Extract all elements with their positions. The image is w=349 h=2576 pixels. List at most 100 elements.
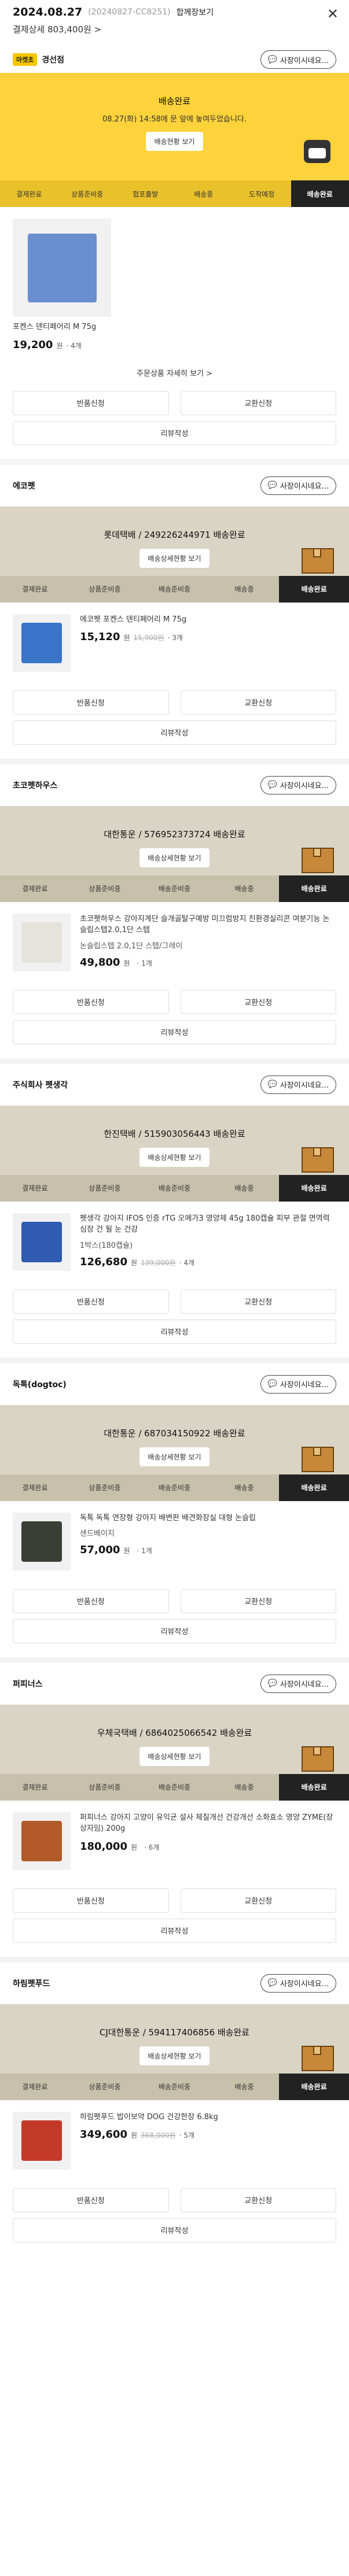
return-button[interactable]: 반품신청 bbox=[13, 1888, 169, 1913]
product-name: 초코펫하우스 강아지계단 슬개골탈구예방 미끄럼방지 친환경실리콘 여분기능 논… bbox=[80, 914, 330, 935]
review-button[interactable]: 리뷰작성 bbox=[13, 1319, 336, 1344]
delivery-track-button[interactable]: 배송상세현황 보기 bbox=[139, 1147, 210, 1167]
section-separator bbox=[0, 1058, 349, 1064]
step-item: 배송중 bbox=[234, 2083, 254, 2091]
review-button[interactable]: 리뷰작성 bbox=[13, 1618, 336, 1643]
delivery-steps: 결제완료 상품준비중 배송준비중 배송중 배송완료 bbox=[0, 575, 349, 603]
step-item-active: 배송완료 bbox=[279, 1773, 349, 1801]
return-button[interactable]: 반품신청 bbox=[13, 989, 169, 1014]
seller-head: 초코펫하우스 💬 사장이시네요... bbox=[0, 764, 349, 806]
merge-shopping-link[interactable]: 합께장보기 bbox=[177, 6, 214, 18]
product-name: 독톡 독톡 연장형 강아지 배변판 배견화장실 대형 논슬립 bbox=[80, 1513, 256, 1522]
return-button[interactable]: 반품신청 bbox=[13, 390, 169, 415]
ask-seller-button[interactable]: 💬 사장이시네요... bbox=[260, 1374, 336, 1394]
delivery-track-button[interactable]: 배송상세현황 보기 bbox=[139, 1746, 210, 1766]
step-item: 결제완료 bbox=[16, 190, 42, 198]
ask-seller-button[interactable]: 💬 사장이시네요... bbox=[260, 775, 336, 794]
product-price: 19,200 bbox=[13, 338, 53, 351]
original-price: 139,000원 bbox=[141, 1258, 176, 1267]
payment-detail-link[interactable]: 결제상세 803,400원 > bbox=[13, 23, 336, 35]
product-item[interactable]: 에코펫 포켄스 덴티페어리 M 75g 15,120 원 15,900원 · 3… bbox=[0, 603, 349, 677]
section-separator bbox=[0, 1956, 349, 1963]
delivery-steps: 결제완료 상품준비중 배송준비중 배송중 배송완료 bbox=[0, 875, 349, 902]
product-item[interactable]: 펫생각 강아지 IFOS 인증 rTG 오메가3 영양제 45g 180캡슐 피… bbox=[0, 1202, 349, 1276]
review-button[interactable]: 리뷰작성 bbox=[13, 420, 336, 445]
review-button[interactable]: 리뷰작성 bbox=[13, 720, 336, 745]
product-item[interactable]: 하림펫푸드 밥이보약 DOG 건강한장 6.8kg 349,600 원 368,… bbox=[0, 2100, 349, 2174]
step-item: 배송준비중 bbox=[158, 1184, 191, 1192]
return-button[interactable]: 반품신청 bbox=[13, 690, 169, 715]
step-item: 상품준비중 bbox=[89, 885, 121, 893]
product-item[interactable]: 독톡 독톡 연장형 강아지 배변판 배견화장실 대형 논슬립 샌드베이지 57,… bbox=[0, 1501, 349, 1575]
seller-name: 독톡(dogtoc) bbox=[13, 1380, 67, 1389]
product-name: 펫생각 강아지 IFOS 인증 rTG 오메가3 영양제 45g 180캡슐 피… bbox=[80, 1214, 330, 1235]
ask-seller-button[interactable]: 💬 사장이시네요... bbox=[260, 476, 336, 495]
order-detail-link[interactable]: 주문상품 자세히 보기 > bbox=[0, 356, 349, 391]
ask-seller-label: 사장이시네요... bbox=[280, 782, 329, 790]
delivery-track-button[interactable]: 배송상세현황 보기 bbox=[139, 548, 210, 568]
step-item: 배송중 bbox=[234, 1184, 254, 1192]
action-buttons: 반품신청 교환신청 리뷰작성 bbox=[0, 2174, 349, 2256]
delivery-status-title: 배송완료 bbox=[158, 96, 191, 106]
step-item-active: 배송완료 bbox=[279, 1474, 349, 1501]
step-item: 결제완료 bbox=[22, 1783, 48, 1791]
delivery-track-button[interactable]: 배송상세현황 보기 bbox=[139, 2046, 210, 2065]
return-button[interactable]: 반품신청 bbox=[13, 1289, 169, 1314]
price-unit: 원 bbox=[56, 341, 63, 350]
review-button[interactable]: 리뷰작성 bbox=[13, 2217, 336, 2242]
step-item: 결제완료 bbox=[22, 885, 48, 893]
close-icon[interactable]: ✕ bbox=[327, 7, 339, 21]
product-item[interactable]: 퍼피너스 강아지 고양이 유익균 설사 체질개선 건강개선 소화효소 영양 ZY… bbox=[0, 1801, 349, 1875]
product-option: 논슬립스텝 2.0,1단 스텝/그레이 bbox=[80, 941, 183, 951]
seller-section: 에코펫 💬 사장이시네요... 롯데택배 / 249226244971 배송완료… bbox=[0, 465, 349, 759]
exchange-button[interactable]: 교환신청 bbox=[180, 1888, 336, 1913]
product-thumbnail bbox=[13, 219, 111, 317]
exchange-button[interactable]: 교환신청 bbox=[180, 1588, 336, 1613]
exchange-button[interactable]: 교환신청 bbox=[180, 2187, 336, 2212]
review-button[interactable]: 리뷰작성 bbox=[13, 1019, 336, 1044]
exchange-button[interactable]: 교환신청 bbox=[180, 690, 336, 715]
seller-head: 독톡(dogtoc) 💬 사장이시네요... bbox=[0, 1363, 349, 1405]
product-qty: · 1개 bbox=[137, 959, 152, 967]
step-item-active: 배송완료 bbox=[279, 575, 349, 603]
exchange-button[interactable]: 교환신청 bbox=[180, 1289, 336, 1314]
delivery-tracking-info: 우체국택배 / 6864025066542 배송완료 bbox=[97, 1727, 252, 1738]
exchange-button[interactable]: 교환신청 bbox=[180, 390, 336, 415]
delivery-box-icon bbox=[298, 1136, 339, 1173]
chat-icon: 💬 bbox=[267, 1679, 277, 1688]
delivery-box-icon bbox=[298, 140, 339, 178]
chat-icon: 💬 bbox=[267, 481, 277, 490]
delivery-track-button[interactable]: 배송상세현황 보기 bbox=[139, 848, 210, 867]
return-button[interactable]: 반품신청 bbox=[13, 1588, 169, 1613]
seller-head: 퍼피너스 💬 사장이시네요... bbox=[0, 1663, 349, 1705]
delivery-tracking-info: 대한통운 / 576952373724 배송완료 bbox=[104, 829, 245, 840]
step-item: 배송준비중 bbox=[158, 885, 191, 893]
delivery-track-button[interactable]: 배송현황 보기 bbox=[146, 132, 203, 151]
order-code: (20240827-CC8251) bbox=[88, 8, 171, 17]
delivery-steps: 결제완료 상품준비중 협포출발 배송중 도착예정 배송완료 bbox=[0, 180, 349, 207]
seller-name: 주식회사 펫생각 bbox=[13, 1080, 68, 1090]
return-button[interactable]: 반품신청 bbox=[13, 2187, 169, 2212]
seller-name: 퍼피너스 bbox=[13, 1679, 43, 1689]
ask-seller-label: 사장이시네요... bbox=[280, 482, 329, 491]
ask-seller-button[interactable]: 💬 사장이시네요... bbox=[260, 1674, 336, 1693]
exchange-button[interactable]: 교환신청 bbox=[180, 989, 336, 1014]
delivery-track-button[interactable]: 배송상세현황 보기 bbox=[139, 1447, 210, 1466]
ask-seller-button[interactable]: 💬 사장이시네요... bbox=[260, 1973, 336, 1993]
product-item[interactable] bbox=[0, 207, 349, 321]
order-date: 2024.08.27 bbox=[13, 6, 83, 19]
ask-seller-button[interactable]: 💬 사장이시네요... bbox=[260, 1075, 336, 1094]
step-item: 배송중 bbox=[234, 885, 254, 893]
review-button[interactable]: 리뷰작성 bbox=[13, 1918, 336, 1943]
product-item[interactable]: 초코펫하우스 강아지계단 슬개골탈구예방 미끄럼방지 친환경실리콘 여분기능 논… bbox=[0, 902, 349, 976]
seller-sections: 에코펫 💬 사장이시네요... 롯데택배 / 249226244971 배송완료… bbox=[0, 459, 349, 2256]
product-price: 126,680 bbox=[80, 1255, 127, 1268]
step-item-active: 배송완료 bbox=[279, 875, 349, 902]
product-qty: · 1개 bbox=[137, 1547, 152, 1555]
delivery-status-banner: 롯데택배 / 249226244971 배송완료 배송상세현황 보기 결제완료 … bbox=[0, 506, 349, 603]
step-item: 상품준비중 bbox=[89, 2083, 121, 2091]
delivery-box-icon bbox=[298, 836, 339, 873]
section-separator bbox=[0, 1657, 349, 1663]
product-qty: · 6개 bbox=[144, 1843, 160, 1851]
delivery-status-banner: 대한통운 / 576952373724 배송완료 배송상세현황 보기 결제완료 … bbox=[0, 805, 349, 902]
